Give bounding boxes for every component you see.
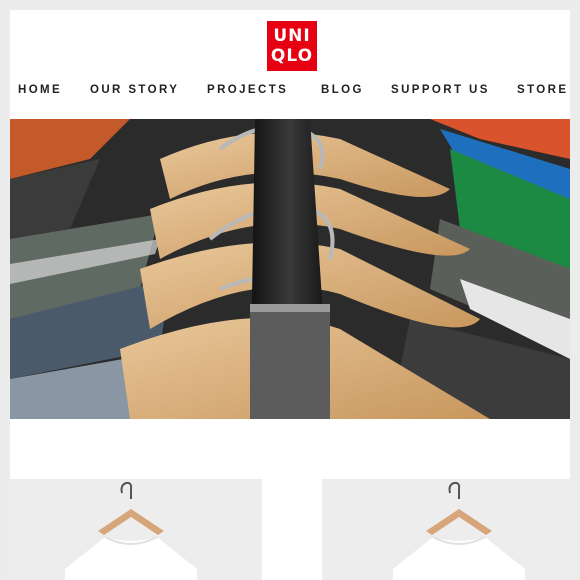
nav-item-store[interactable]: STORE [517,84,568,96]
logo-line-1: UNI [273,26,311,46]
nav-item-projects[interactable]: PROJECTS [207,84,288,96]
product-card[interactable] [10,479,262,580]
nav-item-our-story[interactable]: OUR STORY [90,84,179,96]
page: UNI QLO HOME OUR STORY PROJECTS BLOG SUP… [10,10,570,580]
uniqlo-logo[interactable]: UNI QLO [267,21,317,71]
tshirt-hanger-image [10,479,262,580]
product-card[interactable] [322,479,570,580]
hero-image [10,119,570,419]
nav-item-home[interactable]: HOME [18,84,62,96]
tshirt-hanger-image [322,479,570,580]
nav-item-support-us[interactable]: SUPPORT US [391,84,490,96]
hero-hangers-illustration [10,119,570,419]
main-nav: HOME OUR STORY PROJECTS BLOG SUPPORT US … [10,84,570,102]
logo-line-2: QLO [270,46,314,66]
nav-item-blog[interactable]: BLOG [321,84,364,96]
